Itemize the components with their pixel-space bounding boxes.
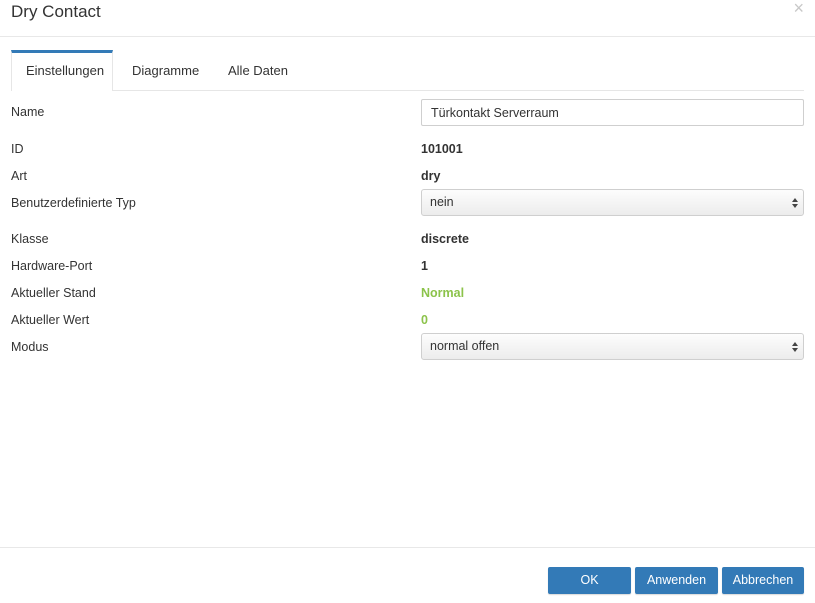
id-label: ID: [11, 142, 24, 156]
current-state-value: Normal: [421, 286, 465, 300]
id-value: 101001: [421, 142, 463, 156]
dialog-footer: OK Anwenden Abbrechen: [0, 547, 815, 603]
mode-selected: normal offen: [430, 339, 500, 353]
name-input[interactable]: [421, 99, 804, 126]
mode-select[interactable]: normal offen: [421, 333, 804, 360]
custom-type-label: Benutzerdefinierte Typ: [11, 196, 136, 210]
current-value-label: Aktueller Wert: [11, 313, 90, 327]
tab-einstellungen[interactable]: Einstellungen: [11, 50, 113, 91]
tab-alle-daten[interactable]: Alle Daten: [214, 50, 302, 90]
klasse-label: Klasse: [11, 232, 49, 246]
dialog-title: Dry Contact: [11, 2, 101, 21]
hardware-port-value: 1: [421, 259, 428, 273]
custom-type-select[interactable]: nein: [421, 189, 804, 216]
cancel-button[interactable]: Abbrechen: [722, 567, 804, 594]
select-arrows-icon: [792, 198, 798, 208]
tab-bar: Einstellungen Diagramme Alle Daten: [11, 50, 804, 91]
tab-diagramme[interactable]: Diagramme: [118, 50, 213, 90]
art-label: Art: [11, 169, 27, 183]
dialog-header: Dry Contact ×: [0, 0, 815, 37]
name-label: Name: [11, 105, 45, 119]
close-icon[interactable]: ×: [793, 0, 804, 17]
hardware-port-label: Hardware-Port: [11, 259, 93, 273]
custom-type-selected: nein: [430, 195, 454, 209]
select-arrows-icon: [792, 342, 798, 352]
art-value: dry: [421, 169, 441, 183]
klasse-value: discrete: [421, 232, 469, 246]
apply-button[interactable]: Anwenden: [635, 567, 718, 594]
mode-label: Modus: [11, 340, 49, 354]
current-value-value: 0: [421, 313, 428, 327]
ok-button[interactable]: OK: [548, 567, 631, 594]
current-state-label: Aktueller Stand: [11, 286, 96, 300]
